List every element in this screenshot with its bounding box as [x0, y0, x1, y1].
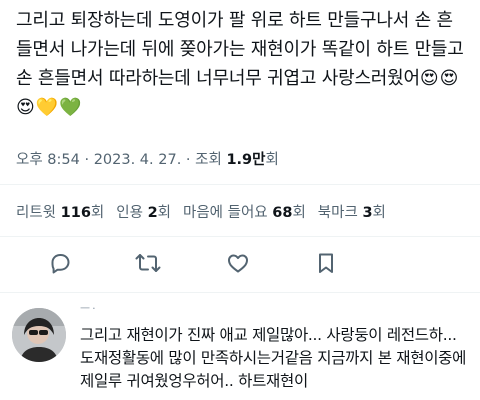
retweets-stat[interactable]: 리트윗 116회 — [16, 205, 104, 221]
reply-text: 그리고 재현이가 진짜 애교 제일많아... 사랑둥이 레전드하... 도재정활… — [80, 326, 467, 390]
likes-count: 68 — [272, 205, 293, 221]
bookmarks-suffix: 회 — [372, 205, 386, 221]
bookmarks-count: 3 — [362, 205, 373, 221]
meta-separator: · — [79, 152, 94, 168]
retweets-label: 리트윗 — [16, 205, 61, 221]
action-bar — [0, 248, 480, 282]
tweet-body: 그리고 퇴장하는데 도영이가 팔 위로 하트 만들구나서 손 흔들면서 나가는데… — [16, 10, 464, 89]
views-count: 1.9만 — [226, 152, 266, 168]
retweets-suffix: 회 — [90, 205, 105, 221]
likes-label: 마음에 들어요 — [183, 205, 273, 221]
heart-icon — [228, 254, 248, 273]
reply-icon — [51, 254, 70, 274]
retweets-count: 116 — [60, 205, 91, 221]
retweet-button[interactable] — [133, 248, 163, 278]
bookmarks-stat[interactable]: 북마크 3회 — [318, 205, 386, 221]
avatar[interactable] — [12, 308, 66, 362]
views-suffix: 회 — [265, 152, 279, 168]
reply-author-name[interactable]: ㅡ· — [80, 300, 98, 316]
quotes-label: 인용 — [116, 205, 148, 221]
tweet-date[interactable]: 2023. 4. 27. — [94, 152, 182, 168]
tweet-text: 그리고 퇴장하는데 도영이가 팔 위로 하트 만들구나서 손 흔들면서 나가는데… — [16, 6, 468, 122]
divider — [0, 236, 480, 237]
quotes-suffix: 회 — [157, 205, 171, 221]
quotes-count: 2 — [147, 205, 158, 221]
reply-button[interactable] — [45, 248, 75, 278]
bookmarks-label: 북마크 — [317, 205, 363, 221]
likes-stat[interactable]: 마음에 들어요 68회 — [183, 205, 306, 221]
views-label: 조회 — [195, 152, 227, 168]
likes-suffix: 회 — [292, 205, 306, 221]
bookmark-icon — [319, 253, 333, 273]
divider — [0, 292, 480, 293]
tweet-stats: 리트윗 116회 인용 2회 마음에 들어요 68회 북마크 3회 — [16, 201, 386, 222]
reply-tweet[interactable]: ㅡ· 그리고 재현이가 진짜 애교 제일많아... 사랑둥이 레전드하... 도… — [0, 300, 480, 400]
meta-separator: · — [181, 152, 196, 168]
like-button[interactable] — [223, 248, 253, 278]
quotes-stat[interactable]: 인용 2회 — [116, 205, 171, 221]
bookmark-button[interactable] — [311, 248, 341, 278]
tweet-meta: 오후 8:54 · 2023. 4. 27. · 조회 1.9만회 — [16, 148, 279, 169]
tweet-time[interactable]: 오후 8:54 — [16, 152, 80, 168]
retweet-icon — [135, 254, 161, 272]
divider — [0, 184, 480, 185]
